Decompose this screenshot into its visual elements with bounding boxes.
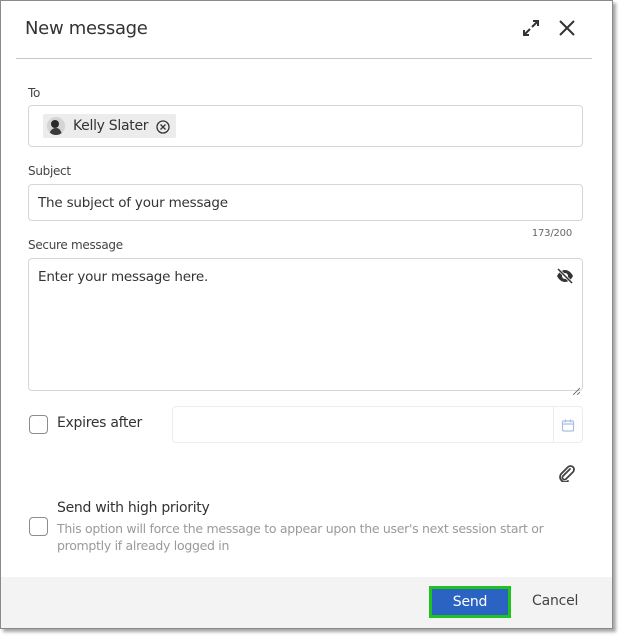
message-placeholder: Enter your message here. xyxy=(38,269,209,285)
subject-label: Subject xyxy=(28,164,71,178)
header-divider xyxy=(16,58,592,59)
subject-input[interactable]: The subject of your message xyxy=(28,184,583,221)
calendar-icon[interactable] xyxy=(553,407,582,442)
to-label: To xyxy=(28,86,41,100)
priority-label: Send with high priority xyxy=(57,500,210,516)
paperclip-icon[interactable] xyxy=(557,464,575,483)
expires-checkbox[interactable] xyxy=(29,415,48,434)
expires-label: Expires after xyxy=(57,415,142,431)
circle-x-icon[interactable] xyxy=(156,119,170,134)
dialog-title: New message xyxy=(25,18,148,39)
eye-slash-icon[interactable] xyxy=(556,267,574,285)
dialog-header: New message xyxy=(1,1,612,59)
user-avatar xyxy=(47,117,65,135)
new-message-dialog: New message To Kelly Slater Subject The … xyxy=(0,0,613,629)
resize-handle[interactable] xyxy=(572,380,581,396)
message-textarea[interactable]: Enter your message here. xyxy=(28,258,583,396)
to-field[interactable]: Kelly Slater xyxy=(28,105,583,147)
recipient-chip: Kelly Slater xyxy=(43,114,177,138)
priority-hint: This option will force the message to ap… xyxy=(57,521,544,553)
recipient-name: Kelly Slater xyxy=(73,118,149,134)
subject-value: The subject of your message xyxy=(38,195,228,211)
character-counter: 173/200 xyxy=(531,228,572,239)
priority-checkbox[interactable] xyxy=(29,517,48,536)
dialog-footer: Send Cancel xyxy=(1,577,612,628)
message-label: Secure message xyxy=(28,238,123,252)
close-icon[interactable] xyxy=(556,17,578,39)
send-button[interactable]: Send xyxy=(429,586,511,618)
expand-icon[interactable] xyxy=(520,17,542,39)
expiry-date-input[interactable] xyxy=(172,406,583,443)
cancel-button[interactable]: Cancel xyxy=(532,593,578,609)
